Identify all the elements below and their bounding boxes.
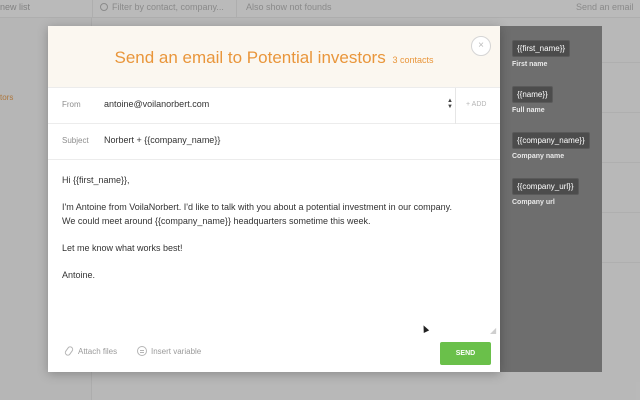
variables-panel: {{first_name}} First name {{name}} Full … [500, 26, 602, 372]
from-row: From antoine@voilanorbert.com ▲ ▼ + ADD [48, 88, 500, 124]
insert-variable-button[interactable]: Insert variable [137, 346, 201, 356]
send-email-modal: Send an email to Potential investors 3 c… [48, 26, 500, 372]
variable-label: Company name [512, 153, 565, 160]
from-label: From [62, 100, 81, 109]
from-select[interactable]: antoine@voilanorbert.com [104, 99, 209, 109]
variable-full-name[interactable]: {{name}} Full name [512, 84, 553, 114]
variable-label: Company url [512, 199, 555, 206]
contact-count: 3 contacts [392, 55, 434, 65]
variable-first-name[interactable]: {{first_name}} First name [512, 38, 571, 68]
send-button[interactable]: SEND [440, 342, 491, 365]
variable-label: First name [512, 61, 548, 68]
variable-label: Full name [512, 107, 545, 114]
email-body-editor[interactable]: Hi {{first_name}}, I'm Antoine from Voil… [62, 174, 482, 282]
variable-company-name[interactable]: {{company_name}} Company name [512, 130, 590, 160]
body-line: I'm Antoine from VoilaNorbert. I'd like … [62, 202, 452, 212]
add-sender-button[interactable]: + ADD [466, 101, 486, 108]
variable-icon [137, 346, 147, 356]
close-button[interactable]: × [471, 36, 491, 56]
resize-handle-icon[interactable]: ◢ [490, 326, 496, 335]
variable-tag[interactable]: {{name}} [512, 86, 553, 103]
close-icon: × [478, 40, 484, 51]
subject-input[interactable]: Norbert + {{company_name}} [104, 135, 220, 145]
attach-files-button[interactable]: Attach files [63, 345, 118, 357]
paperclip-icon [63, 345, 75, 357]
divider [455, 88, 456, 124]
subject-row: Subject Norbert + {{company_name}} [48, 124, 500, 160]
variable-tag[interactable]: {{company_name}} [512, 132, 590, 149]
body-line: Let me know what works best! [62, 242, 183, 253]
variable-company-url[interactable]: {{company_url}} Company url [512, 176, 579, 206]
select-arrows-icon[interactable]: ▲ ▼ [447, 98, 453, 110]
body-signature: Antoine. [62, 269, 96, 280]
variable-tag[interactable]: {{company_url}} [512, 178, 579, 195]
subject-label: Subject [62, 136, 89, 145]
modal-header: Send an email to Potential investors 3 c… [48, 26, 500, 88]
body-line: We could meet around {{company_name}} he… [62, 215, 371, 226]
insert-variable-label: Insert variable [151, 347, 202, 356]
modal-title: Send an email to Potential investors 3 c… [48, 48, 500, 68]
variable-tag[interactable]: {{first_name}} [512, 40, 571, 57]
modal-title-text: Send an email to Potential investors [114, 48, 386, 67]
attach-files-label: Attach files [78, 347, 118, 356]
body-greeting: Hi {{first_name}}, [62, 175, 130, 185]
